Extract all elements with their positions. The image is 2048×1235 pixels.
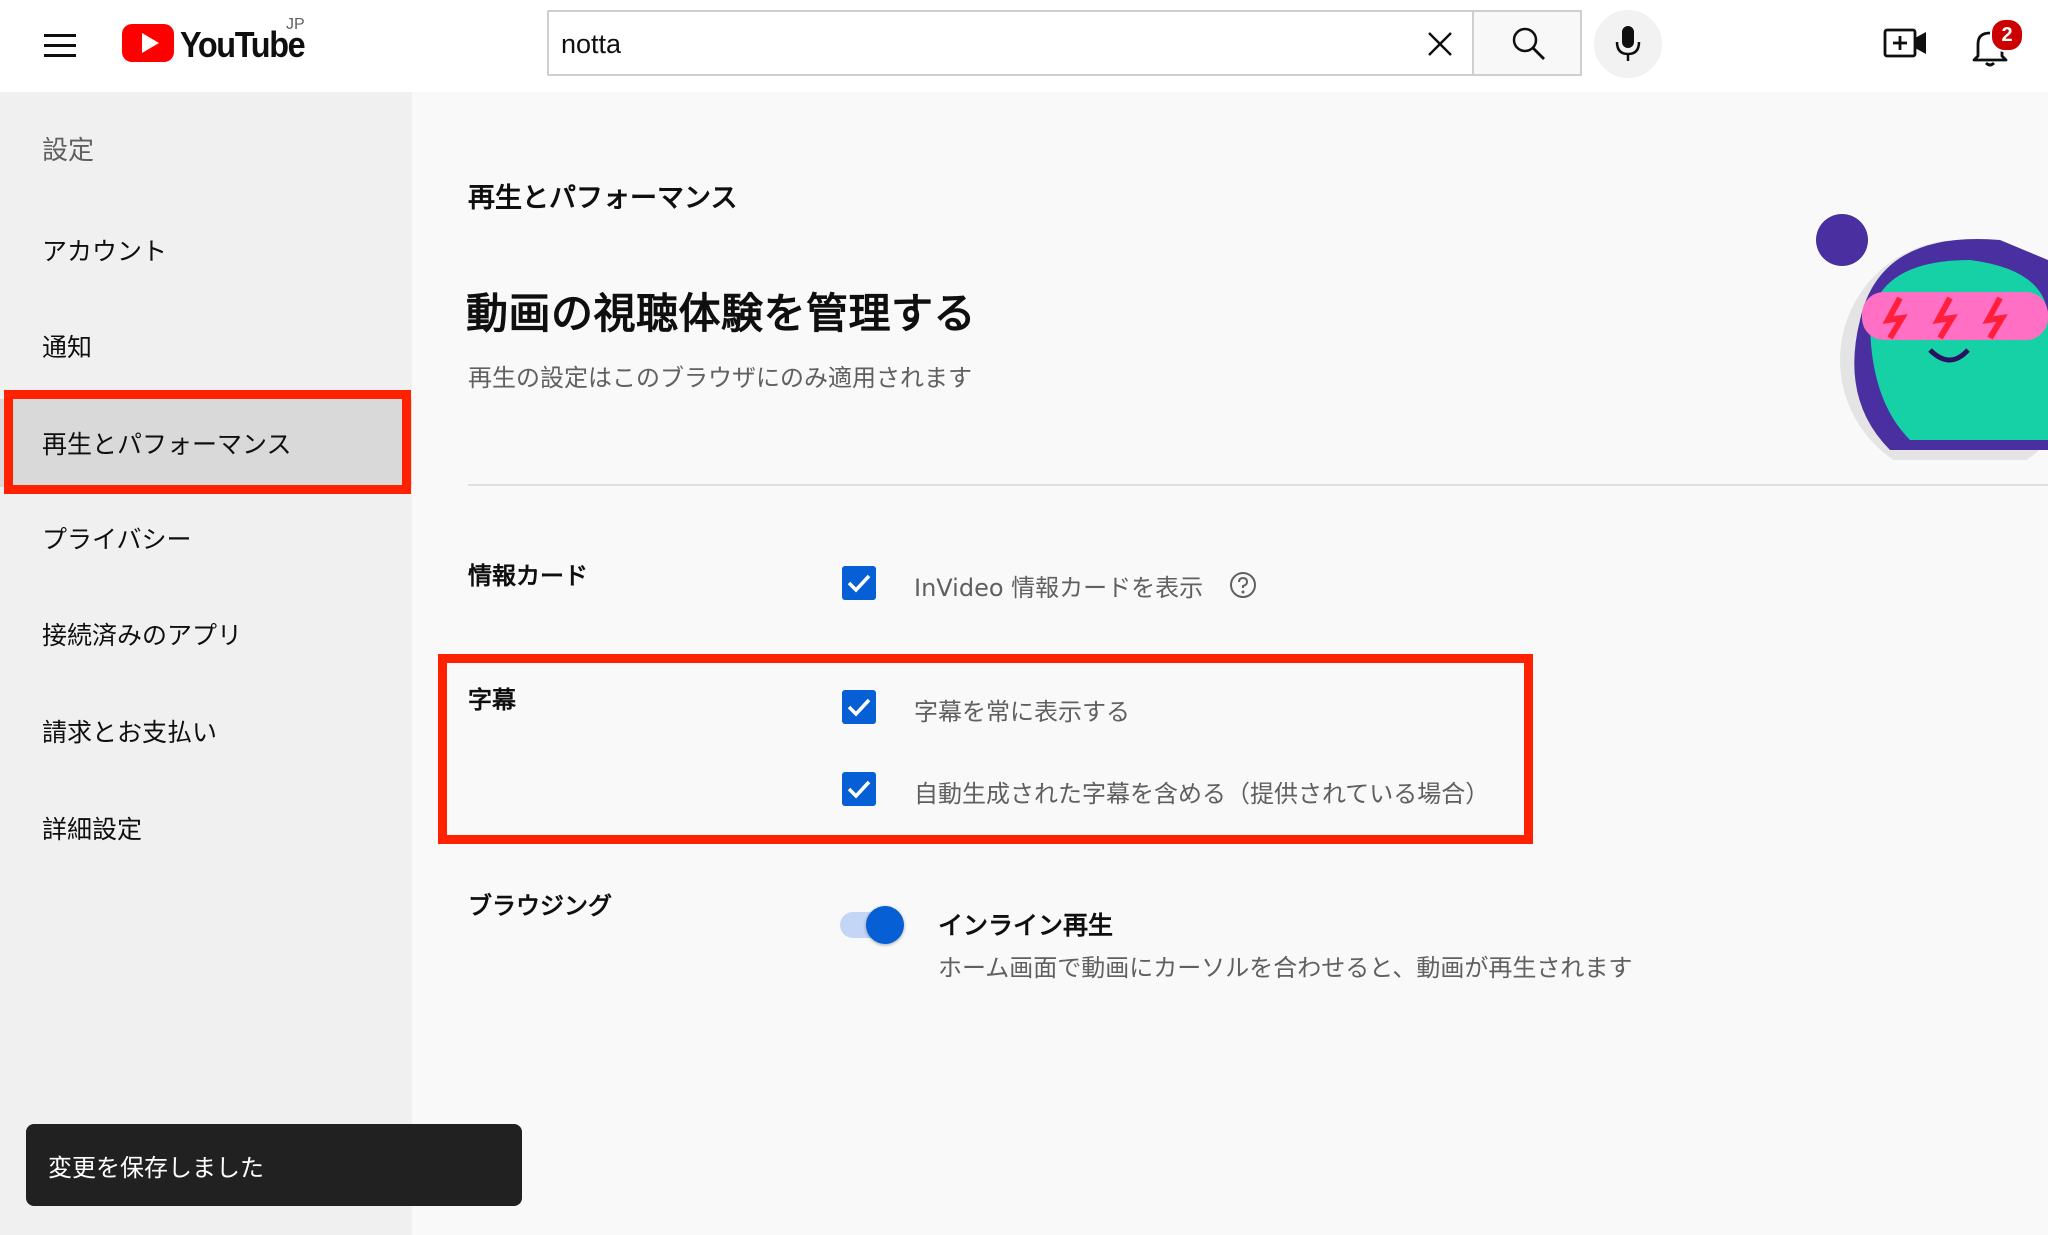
sidebar-item-label: 通知	[42, 333, 93, 362]
captions-auto-generated-label: 自動生成された字幕を含める（提供されている場合）	[914, 780, 1490, 808]
search-button[interactable]	[1472, 10, 1582, 76]
sidebar-item-advanced[interactable]: 詳細設定	[0, 784, 412, 872]
search-input[interactable]	[559, 12, 1403, 76]
page-title: 動画の視聴体験を管理する	[466, 289, 977, 338]
sidebar-item-playback-performance[interactable]: 再生とパフォーマンス	[0, 399, 412, 487]
voice-search-button[interactable]	[1594, 10, 1662, 78]
sidebar-title: 設定	[42, 136, 95, 166]
settings-sidebar: 設定 アカウント 通知 再生とパフォーマンス プライバシー 接続済みのアプリ 請…	[0, 92, 412, 1235]
browsing-label: ブラウジング	[468, 892, 612, 920]
search-icon	[1510, 25, 1548, 67]
country-code: JP	[286, 16, 305, 33]
annotation-highlight-captions	[438, 654, 1533, 844]
check-icon	[847, 698, 871, 717]
top-header: YouTube JP notta 2	[0, 0, 2048, 92]
sidebar-item-notifications[interactable]: 通知	[0, 302, 412, 390]
captions-label: 字幕	[468, 686, 516, 714]
captions-always-show-checkbox[interactable]	[842, 690, 876, 724]
inline-playback-description: ホーム画面で動画にカーソルを合わせると、動画が再生されます	[938, 954, 1633, 982]
check-icon	[847, 574, 871, 593]
toast-message: 変更を保存しました	[48, 1153, 264, 1182]
sidebar-item-connected-apps[interactable]: 接続済みのアプリ	[0, 590, 412, 678]
info-cards-option-label: InVideo 情報カードを表示	[914, 574, 1204, 602]
character-illustration	[1800, 200, 2048, 460]
inline-playback-toggle-knob[interactable]	[866, 906, 904, 944]
info-cards-checkbox[interactable]	[842, 566, 876, 600]
info-cards-label: 情報カード	[468, 562, 588, 590]
youtube-logo-icon	[122, 24, 174, 66]
menu-icon[interactable]	[42, 28, 82, 64]
page-subtitle: 再生の設定はこのブラウザにのみ適用されます	[468, 364, 972, 392]
sidebar-item-billing[interactable]: 請求とお支払い	[0, 687, 412, 775]
inline-playback-title: インライン再生	[938, 911, 1114, 940]
search-box	[547, 10, 1472, 76]
sidebar-item-label: 詳細設定	[42, 815, 143, 844]
captions-always-show-label: 字幕を常に表示する	[914, 698, 1130, 726]
notification-badge: 2	[1990, 18, 2024, 52]
help-icon[interactable]	[1228, 570, 1258, 600]
sidebar-item-label: 接続済みのアプリ	[42, 621, 243, 650]
sidebar-item-label: プライバシー	[42, 525, 192, 554]
sidebar-item-label: 再生とパフォーマンス	[42, 430, 292, 459]
snackbar-toast: 変更を保存しました	[26, 1124, 522, 1206]
mic-icon	[1614, 24, 1642, 68]
section-divider	[468, 484, 2048, 486]
close-icon[interactable]	[1420, 24, 1460, 64]
create-video-icon[interactable]	[1882, 24, 1930, 64]
sidebar-item-label: アカウント	[42, 237, 168, 266]
captions-auto-generated-checkbox[interactable]	[842, 772, 876, 806]
check-icon	[847, 780, 871, 799]
section-heading: 再生とパフォーマンス	[468, 183, 738, 214]
sidebar-item-account[interactable]: アカウント	[0, 206, 412, 294]
sidebar-item-privacy[interactable]: プライバシー	[0, 494, 412, 582]
sidebar-item-label: 請求とお支払い	[42, 718, 218, 747]
